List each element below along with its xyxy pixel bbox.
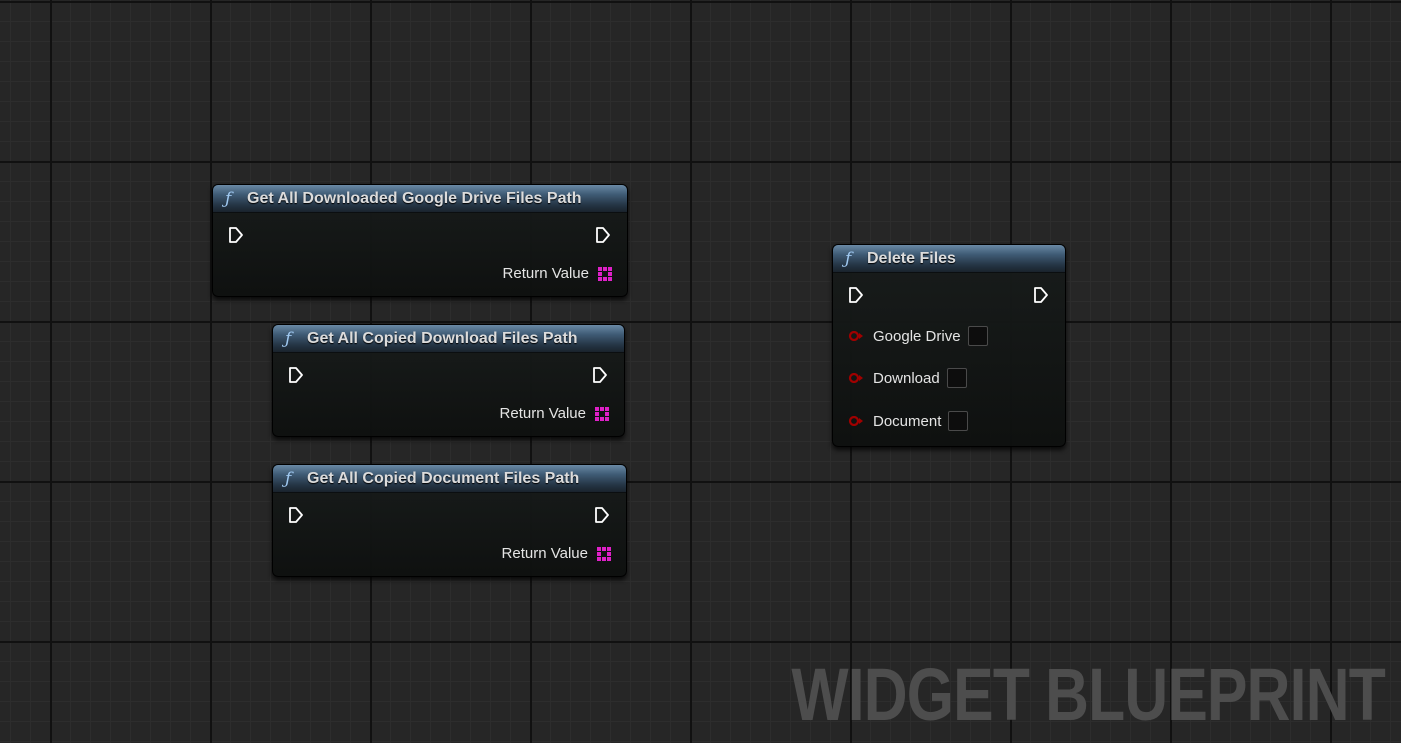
function-icon: ƒ	[285, 328, 292, 349]
document-checkbox[interactable]	[948, 411, 969, 431]
node-get-downloaded-google-drive-files-path[interactable]: ƒ Get All Downloaded Google Drive Files …	[212, 184, 628, 297]
google-drive-input-pin[interactable]: Google Drive	[848, 326, 988, 346]
document-label: Document	[873, 412, 942, 430]
exec-output-pin[interactable]	[592, 366, 608, 384]
function-icon: ƒ	[225, 188, 232, 209]
node-get-copied-download-files-path[interactable]: ƒ Get All Copied Download Files Path Ret…	[272, 324, 625, 437]
array-pin-icon	[597, 546, 611, 561]
download-input-pin[interactable]: Download	[848, 368, 967, 388]
exec-output-pin[interactable]	[595, 226, 611, 244]
node-title: Delete Files	[867, 249, 956, 267]
download-checkbox[interactable]	[946, 368, 967, 388]
return-value-pin[interactable]: Return Value	[503, 265, 612, 282]
array-pin-icon	[598, 266, 612, 281]
node-title: Get All Downloaded Google Drive Files Pa…	[247, 189, 582, 207]
google-drive-checkbox[interactable]	[967, 326, 988, 346]
node-delete-files[interactable]: ƒ Delete Files Google Drive Download Doc…	[832, 244, 1066, 447]
node-header[interactable]: ƒ Delete Files	[833, 245, 1065, 273]
node-header[interactable]: ƒ Get All Copied Document Files Path	[273, 465, 626, 493]
node-get-copied-document-files-path[interactable]: ƒ Get All Copied Document Files Path Ret…	[272, 464, 627, 577]
return-value-pin[interactable]: Return Value	[502, 545, 611, 562]
bool-pin-icon	[848, 331, 863, 341]
function-icon: ƒ	[845, 248, 852, 269]
node-title: Get All Copied Document Files Path	[307, 469, 580, 487]
download-label: Download	[873, 369, 940, 387]
return-value-label: Return Value	[501, 545, 588, 562]
return-value-label: Return Value	[502, 265, 589, 282]
google-drive-label: Google Drive	[873, 327, 961, 345]
array-pin-icon	[595, 406, 609, 421]
exec-output-pin[interactable]	[594, 506, 610, 524]
return-value-label: Return Value	[499, 405, 586, 422]
exec-input-pin[interactable]	[288, 366, 304, 384]
function-icon: ƒ	[285, 468, 292, 489]
node-header[interactable]: ƒ Get All Downloaded Google Drive Files …	[213, 185, 627, 213]
bool-pin-icon	[848, 416, 863, 426]
return-value-pin[interactable]: Return Value	[500, 405, 609, 422]
exec-input-pin[interactable]	[848, 286, 864, 304]
node-title: Get All Copied Download Files Path	[307, 329, 578, 347]
bool-pin-icon	[848, 373, 863, 383]
widget-blueprint-watermark: WIDGET BLUEPRINT	[791, 653, 1385, 736]
node-header[interactable]: ƒ Get All Copied Download Files Path	[273, 325, 624, 353]
document-input-pin[interactable]: Document	[848, 411, 969, 431]
exec-input-pin[interactable]	[228, 226, 244, 244]
exec-input-pin[interactable]	[288, 506, 304, 524]
exec-output-pin[interactable]	[1033, 286, 1049, 304]
